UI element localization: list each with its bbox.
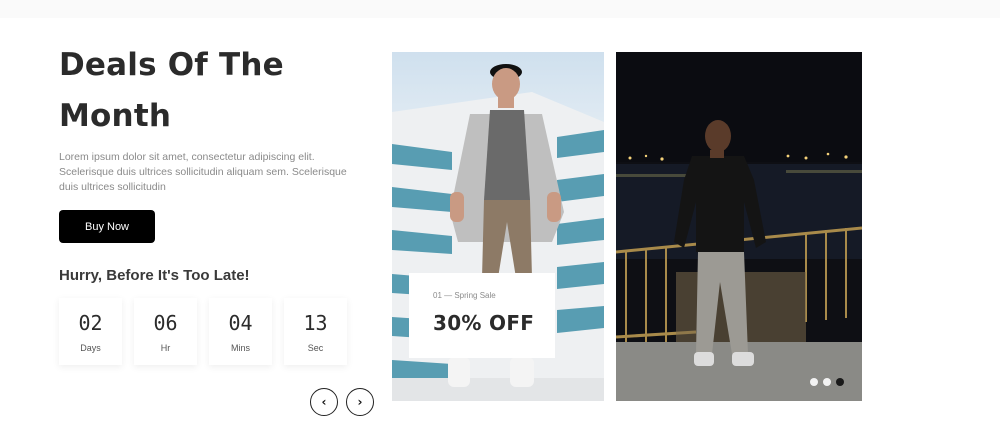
countdown-minutes: 04 Mins	[209, 298, 272, 365]
slider-dots	[810, 378, 844, 386]
deals-title: Deals Of The Month	[59, 47, 284, 134]
countdown-label: Mins	[230, 342, 250, 353]
countdown-timer: 02 Days 06 Hr 04 Mins 13 Sec	[59, 298, 347, 365]
slider-dot[interactable]	[810, 378, 818, 386]
countdown-value: 02	[78, 310, 103, 335]
countdown-value: 06	[153, 310, 178, 335]
countdown-days: 02 Days	[59, 298, 122, 365]
slider-dot[interactable]	[836, 378, 844, 386]
countdown-label: Sec	[307, 342, 324, 353]
countdown-label: Days	[80, 342, 101, 353]
sale-discount: 30% OFF	[433, 311, 535, 335]
countdown-label: Hr	[160, 342, 171, 353]
hurry-heading: Hurry, Before It's Too Late!	[59, 267, 250, 284]
countdown-seconds: 13 Sec	[284, 298, 347, 365]
top-band	[0, 0, 1000, 18]
product-slide-2[interactable]	[616, 52, 862, 401]
sale-tag: 01 — Spring Sale	[433, 291, 496, 300]
countdown-value: 13	[303, 310, 328, 335]
deals-description: Lorem ipsum dolor sit amet, consectetur …	[59, 151, 347, 193]
next-slide-button[interactable]: ›	[346, 388, 374, 416]
sale-card[interactable]: 01 — Spring Sale 30% OFF	[409, 273, 555, 358]
buy-now-button[interactable]: Buy Now	[59, 210, 155, 243]
prev-slide-button[interactable]: ‹	[310, 388, 338, 416]
countdown-value: 04	[228, 310, 253, 335]
chevron-left-icon: ‹	[321, 395, 327, 409]
slider-dot[interactable]	[823, 378, 831, 386]
product-photo-2	[616, 52, 862, 401]
countdown-hours: 06 Hr	[134, 298, 197, 365]
chevron-right-icon: ›	[357, 395, 363, 409]
